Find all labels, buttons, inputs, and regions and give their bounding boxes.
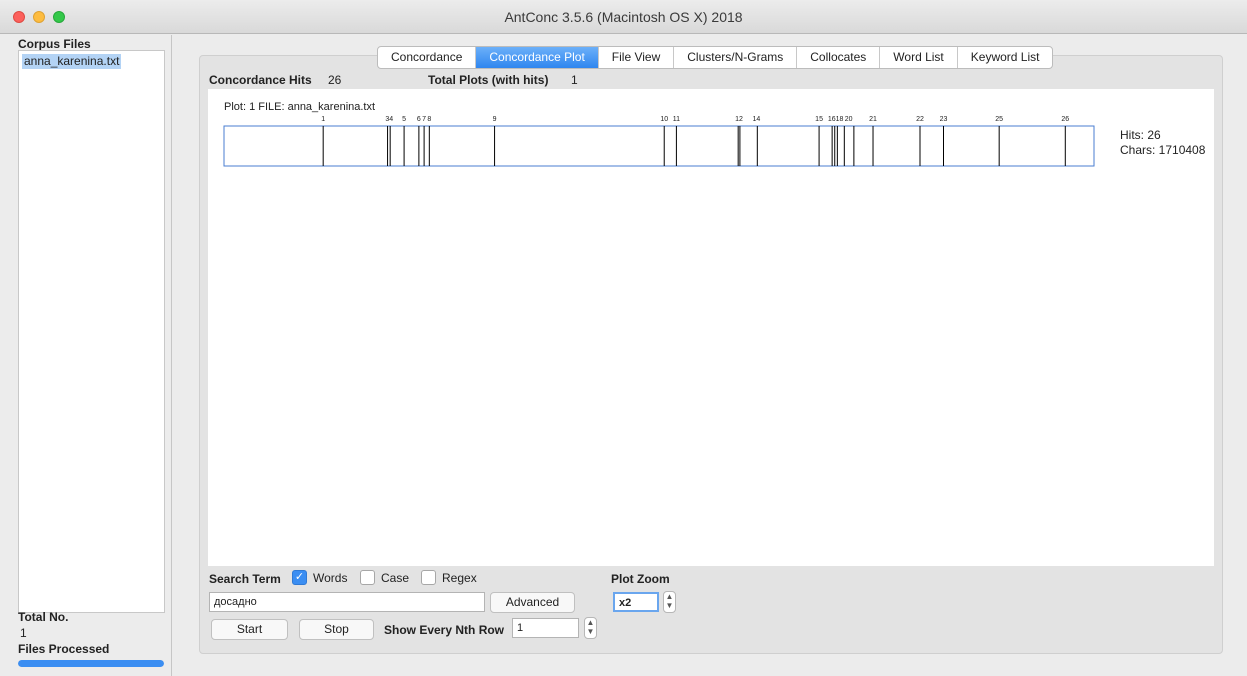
words-checkbox[interactable]: ✓ [292, 570, 307, 585]
plot-chars-count: Chars: 1710408 [1120, 143, 1206, 157]
case-checkbox[interactable] [360, 570, 375, 585]
stop-button[interactable]: Stop [299, 619, 374, 640]
corpus-file-list[interactable]: anna_karenina.txt [18, 50, 165, 613]
plot-zoom-input[interactable]: x2 [613, 592, 659, 612]
hit-number-label: 15 [815, 116, 823, 123]
hit-number-label: 34 [385, 116, 393, 123]
hit-number-label: 1 [321, 116, 325, 123]
hit-number-label: 10 [660, 116, 668, 123]
tool-tabs: Concordance Concordance Plot File View C… [377, 46, 1054, 69]
files-processed-progress [18, 660, 164, 667]
total-no-label: Total No. [18, 610, 69, 624]
concordance-plot[interactable]: 1 34 5 6 7 8 9 10 11 12 14 15 1618 20 21 22 23 25 26 [223, 110, 1095, 168]
tab-keyword-list[interactable]: Keyword List [958, 47, 1053, 68]
nth-row-input[interactable]: 1 [512, 618, 579, 638]
hit-number-label: 26 [1061, 116, 1069, 123]
show-every-nth-row-label: Show Every Nth Row [384, 623, 505, 637]
search-term-label: Search Term [209, 572, 281, 586]
hit-number-label: 12 [735, 116, 743, 123]
tab-concordance[interactable]: Concordance [378, 47, 477, 68]
hit-number-label: 8 [427, 116, 431, 123]
regex-label: Regex [442, 571, 477, 585]
regex-checkbox[interactable] [421, 570, 436, 585]
title-bar: AntConc 3.5.6 (Macintosh OS X) 2018 [0, 0, 1247, 34]
hit-number-label: 9 [493, 116, 497, 123]
hit-number-label: 1618 [828, 116, 844, 123]
tab-concordance-plot[interactable]: Concordance Plot [476, 47, 599, 68]
total-no-value: 1 [20, 626, 27, 640]
tab-word-list[interactable]: Word List [880, 47, 958, 68]
total-plots-label: Total Plots (with hits) [428, 73, 549, 87]
hit-number-label: 21 [869, 116, 877, 123]
hit-number-label: 23 [940, 116, 948, 123]
advanced-button[interactable]: Advanced [490, 592, 575, 613]
nth-row-stepper[interactable]: ▲ ▼ [584, 617, 597, 639]
total-plots-value: 1 [571, 73, 578, 87]
corpus-files-label: Corpus Files [18, 37, 91, 51]
corpus-panel: Corpus Files anna_karenina.txt Total No.… [0, 35, 172, 676]
concordance-hits-value: 26 [328, 73, 342, 87]
start-button[interactable]: Start [211, 619, 288, 640]
hit-number-label: 20 [845, 116, 853, 123]
window-title: AntConc 3.5.6 (Macintosh OS X) 2018 [504, 9, 743, 25]
hit-number-label: 11 [673, 116, 680, 123]
hit-number-label: 25 [995, 116, 1003, 123]
hit-number-label: 7 [422, 116, 426, 123]
progress-fill [18, 660, 164, 667]
tab-collocates[interactable]: Collocates [797, 47, 881, 68]
hit-number-label: 5 [402, 116, 406, 123]
plot-zoom-label: Plot Zoom [611, 572, 670, 586]
corpus-file-item[interactable]: anna_karenina.txt [22, 54, 122, 69]
hit-number-label: 6 [417, 116, 421, 123]
plot-hits-count: Hits: 26 [1120, 128, 1161, 142]
search-term-input[interactable]: досадно [209, 592, 485, 612]
hit-number-label: 22 [916, 116, 924, 123]
hit-number-label: 14 [753, 116, 761, 123]
case-label: Case [381, 571, 410, 585]
files-processed-label: Files Processed [18, 642, 110, 656]
tab-clusters-ngrams[interactable]: Clusters/N-Grams [674, 47, 798, 68]
tab-file-view[interactable]: File View [599, 47, 675, 68]
plot-frame [223, 125, 1095, 167]
concordance-hits-label: Concordance Hits [209, 73, 312, 87]
plot-zoom-stepper[interactable]: ▲ ▼ [663, 591, 676, 613]
words-label: Words [313, 571, 348, 585]
